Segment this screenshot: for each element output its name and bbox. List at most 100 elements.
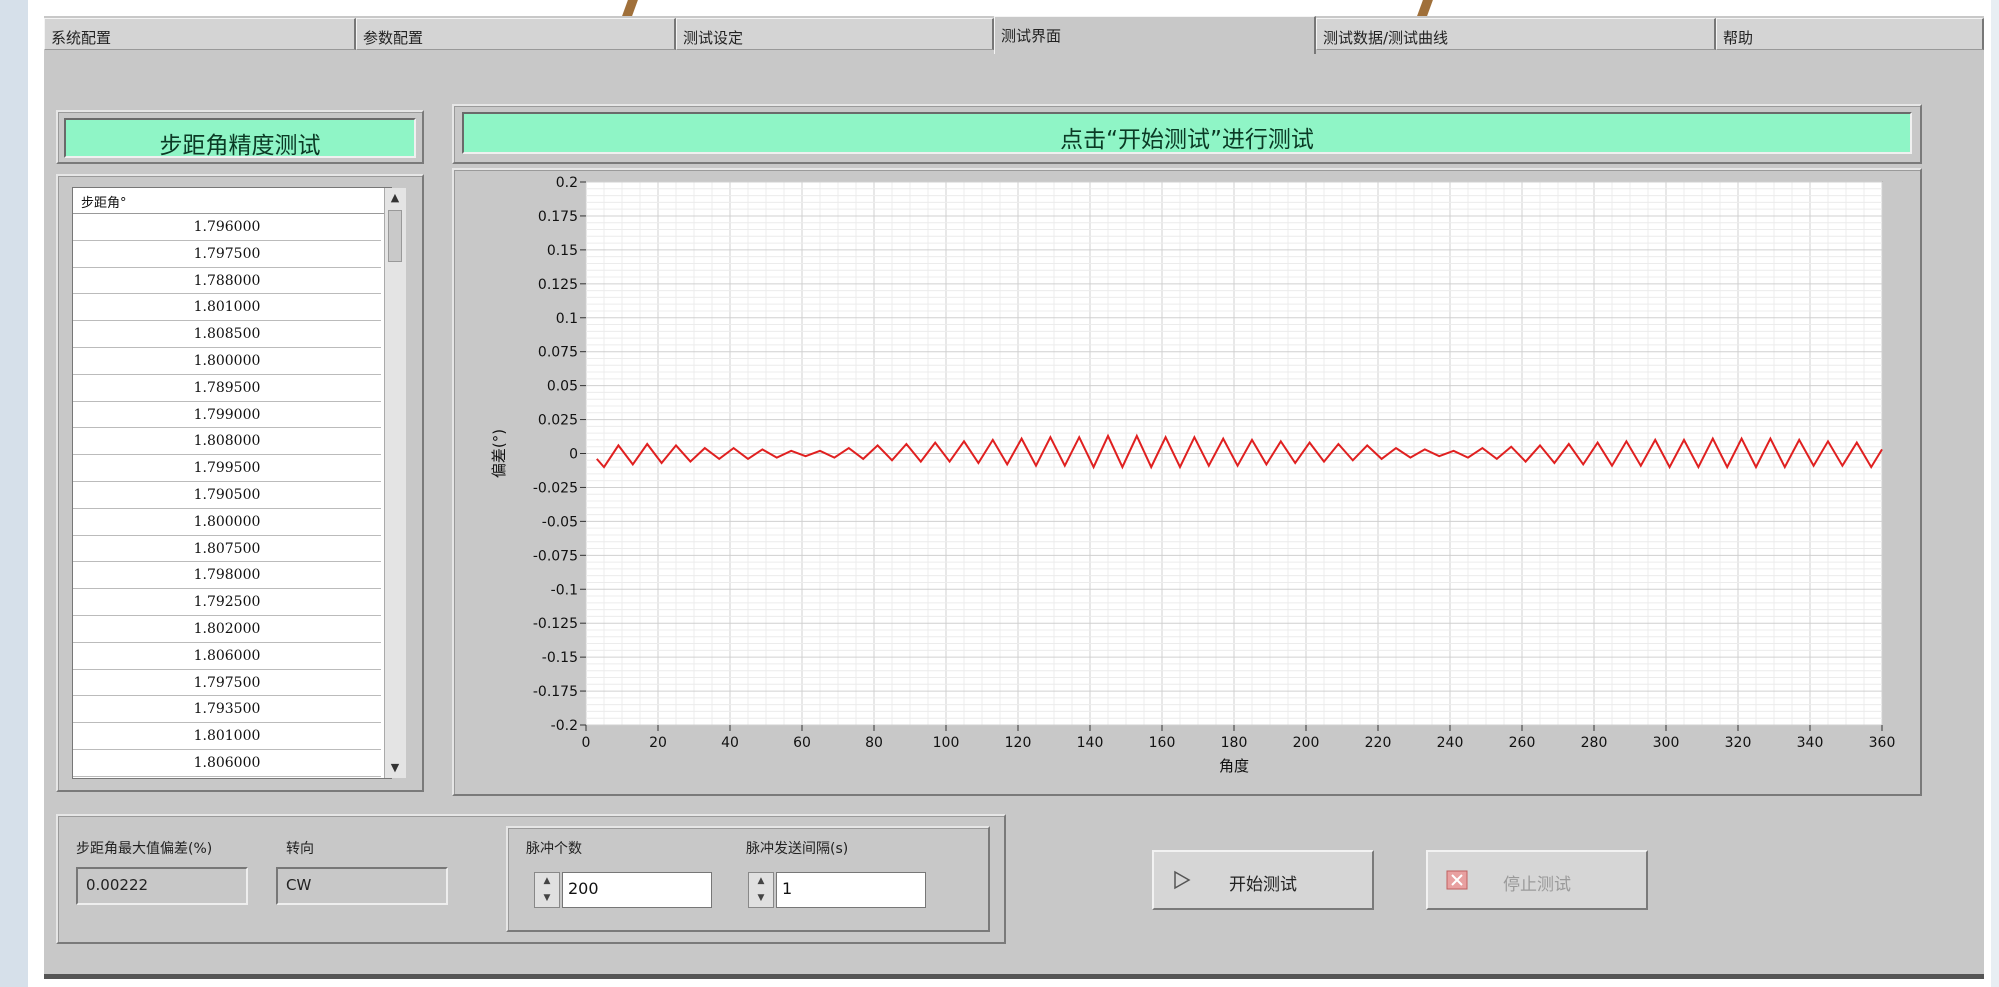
x-tick-label: 120 xyxy=(1005,735,1032,751)
x-tick-label: 240 xyxy=(1437,735,1464,751)
tab-label: 帮助 xyxy=(1723,29,1754,47)
list-item[interactable]: 1.799500 xyxy=(73,455,381,482)
pulse-count-label: 脉冲个数 xyxy=(526,841,582,857)
pulse-count-input[interactable]: 200 xyxy=(562,872,712,908)
y-tick-label: 0.05 xyxy=(547,379,578,395)
list-item[interactable]: 1.808000 xyxy=(73,428,381,456)
list-item[interactable]: 1.790500 xyxy=(73,482,381,509)
tab-label: 测试数据/测试曲线 xyxy=(1323,29,1449,47)
max-deviation-field: 0.00222 xyxy=(76,867,248,905)
tab-test-data-curves[interactable]: 测试数据/测试曲线 xyxy=(1316,18,1716,50)
x-tick-label: 60 xyxy=(793,735,811,751)
y-tick-label: -0.125 xyxy=(533,616,578,632)
pulse-interval-stepper[interactable]: ▲ ▼ xyxy=(748,872,774,908)
list-item[interactable]: 1.800000 xyxy=(73,509,381,536)
y-tick-label: -0.1 xyxy=(551,582,578,598)
x-tick-label: 80 xyxy=(865,735,883,751)
tab-label: 测试设定 xyxy=(683,29,744,47)
x-tick-label: 140 xyxy=(1077,735,1104,751)
y-tick-label: 0.2 xyxy=(556,175,578,191)
list-item[interactable]: 1.808500 xyxy=(73,321,381,348)
pulse-interval-label: 脉冲发送间隔(s) xyxy=(746,841,849,857)
y-tick-label: -0.05 xyxy=(542,514,578,530)
decrement-icon[interactable]: ▼ xyxy=(749,890,773,907)
list-item[interactable]: 1.789500 xyxy=(73,375,381,402)
list-item[interactable]: 1.793500 xyxy=(73,696,381,724)
pulse-count-stepper[interactable]: ▲ ▼ xyxy=(534,872,560,908)
x-tick-label: 0 xyxy=(582,735,591,751)
x-tick-label: 360 xyxy=(1869,735,1896,751)
list-item[interactable]: 1.797500 xyxy=(73,670,381,697)
decoration-mark xyxy=(1417,0,1433,16)
x-tick-label: 340 xyxy=(1797,735,1824,751)
y-tick-label: -0.2 xyxy=(551,718,578,734)
list-item[interactable]: 1.802000 xyxy=(73,616,381,643)
list-item[interactable]: 1.806000 xyxy=(73,643,381,670)
pulse-interval-input[interactable]: 1 xyxy=(776,872,926,908)
list-item[interactable]: 1.800000 xyxy=(73,348,381,375)
tab-test-interface[interactable]: 测试界面 xyxy=(994,16,1316,54)
right-window-edge xyxy=(1991,0,1999,987)
list-item[interactable]: 1.792500 xyxy=(73,589,381,616)
list-item[interactable]: 1.807500 xyxy=(73,536,381,563)
list-item[interactable]: 1.797500 xyxy=(73,241,381,268)
chart-title: 点击“开始测试”进行测试 xyxy=(462,112,1912,154)
chart-svg: 0.2 0.175 0.15 0.125 0.1 0.075 0.05 0.025 0 -0.02… xyxy=(490,175,1896,775)
y-tick-label: -0.075 xyxy=(533,548,578,564)
y-tick-label: 0 xyxy=(569,447,578,463)
y-tick-label: 0.15 xyxy=(547,243,578,259)
list-item[interactable]: 1.796000 xyxy=(73,214,381,241)
start-test-label: 开始测试 xyxy=(1229,875,1297,895)
left-window-edge xyxy=(0,0,28,987)
list-item[interactable]: 1.799000 xyxy=(73,402,381,429)
y-tick-label: 0.125 xyxy=(538,277,578,293)
y-tick-label: -0.175 xyxy=(533,684,578,700)
y-tick-label: 0.075 xyxy=(538,345,578,361)
direction-label: 转向 xyxy=(286,841,314,857)
x-tick-label: 300 xyxy=(1653,735,1680,751)
y-tick-label: 0.175 xyxy=(538,209,578,225)
tab-test-settings[interactable]: 测试设定 xyxy=(676,18,994,50)
triangle-up-icon[interactable]: ▲ xyxy=(385,189,405,207)
increment-icon[interactable]: ▲ xyxy=(749,873,773,890)
step-angle-list[interactable]: 步距角° 1.796000 1.797500 1.788000 1.801000 1.8… xyxy=(72,187,392,779)
list-header: 步距角° xyxy=(73,188,391,214)
tab-param-config[interactable]: 参数配置 xyxy=(356,18,676,50)
x-tick-label: 320 xyxy=(1725,735,1752,751)
start-test-button[interactable]: 开始测试 xyxy=(1152,850,1374,910)
x-tick-label: 200 xyxy=(1293,735,1320,751)
x-tick-label: 220 xyxy=(1365,735,1392,751)
tab-help[interactable]: 帮助 xyxy=(1716,18,1984,50)
tab-system-config[interactable]: 系统配置 xyxy=(44,18,356,50)
y-tick-label: -0.15 xyxy=(542,650,578,666)
y-axis-title: 偏差(°) xyxy=(490,429,508,478)
x-tick-label: 280 xyxy=(1581,735,1608,751)
stop-test-button[interactable]: 停止测试 xyxy=(1426,850,1648,910)
increment-icon[interactable]: ▲ xyxy=(535,873,559,890)
list-item[interactable]: 1.798000 xyxy=(73,562,381,590)
stop-test-label: 停止测试 xyxy=(1503,875,1571,895)
list-item[interactable]: 1.801000 xyxy=(73,723,381,750)
max-deviation-label: 步距角最大值偏差(%) xyxy=(76,841,213,857)
decoration-mark xyxy=(622,0,638,16)
list-item[interactable]: 1.806000 xyxy=(73,750,381,777)
x-tick-label: 160 xyxy=(1149,735,1176,751)
scroll-thumb[interactable] xyxy=(388,210,402,262)
tab-bar: 系统配置 参数配置 测试设定 测试界面 测试数据/测试曲线 帮助 xyxy=(44,16,1984,54)
tab-label: 系统配置 xyxy=(51,29,112,47)
deviation-chart: 0.2 0.175 0.15 0.125 0.1 0.075 0.05 0.025 0 -0.02… xyxy=(452,168,1922,796)
x-axis-title: 角度 xyxy=(1219,757,1249,775)
left-title: 步距角精度测试 xyxy=(64,118,416,159)
x-tick-label: 40 xyxy=(721,735,739,751)
list-scrollbar[interactable]: ▲ ▼ xyxy=(384,188,406,778)
x-tick-label: 260 xyxy=(1509,735,1536,751)
x-tick-label: 180 xyxy=(1221,735,1248,751)
list-item[interactable]: 1.788000 xyxy=(73,268,381,295)
list-rows: 1.796000 1.797500 1.788000 1.801000 1.808500… xyxy=(73,214,381,777)
tab-label: 测试界面 xyxy=(1001,27,1062,45)
decrement-icon[interactable]: ▼ xyxy=(535,890,559,907)
x-tick-label: 20 xyxy=(649,735,667,751)
list-item[interactable]: 1.801000 xyxy=(73,294,381,322)
triangle-down-icon[interactable]: ▼ xyxy=(385,759,405,777)
x-tick-label: 100 xyxy=(933,735,960,751)
